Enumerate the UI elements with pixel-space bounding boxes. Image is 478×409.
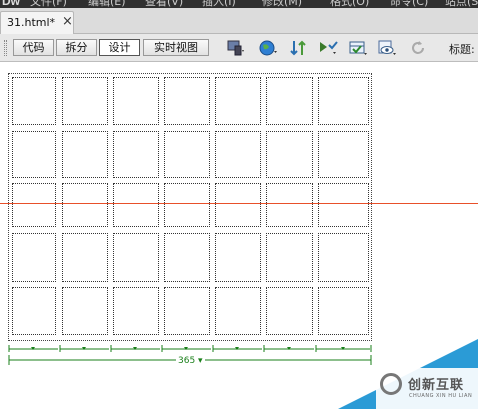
table-width-ruler: 365 ▾	[8, 344, 372, 368]
split-view-button[interactable]: 拆分	[56, 39, 97, 56]
menu-modify[interactable]: 修改(M)	[262, 0, 302, 8]
table-cell[interactable]	[215, 287, 261, 335]
table-cell[interactable]	[215, 77, 261, 125]
table-cell[interactable]	[62, 77, 108, 125]
menu-bar: Dw 文件(F) 编辑(E) 查看(V) 插入(I) 修改(M) 格式(O) 命…	[0, 0, 478, 8]
table-cell[interactable]	[318, 77, 369, 125]
menu-format[interactable]: 格式(O)	[330, 0, 369, 8]
horizontal-guide-line[interactable]	[0, 203, 478, 204]
table-cell[interactable]	[12, 287, 56, 335]
toolbar-grip[interactable]	[4, 40, 7, 56]
table-cell[interactable]	[164, 183, 210, 227]
table-cell[interactable]	[215, 233, 261, 282]
brand-name: 创新互联	[408, 378, 465, 393]
table-cell[interactable]	[266, 233, 313, 282]
check-compatibility-icon[interactable]	[318, 38, 338, 58]
table-cell[interactable]	[113, 131, 159, 178]
table-cell[interactable]	[62, 233, 108, 282]
table-width-label[interactable]: 365 ▾	[176, 356, 205, 366]
table-cell[interactable]	[266, 77, 313, 125]
table-cell[interactable]	[164, 233, 210, 282]
layout-table[interactable]	[8, 73, 372, 341]
table-cell[interactable]	[12, 77, 56, 125]
table-cell[interactable]	[12, 183, 56, 227]
table-cell[interactable]	[12, 131, 56, 178]
table-cell[interactable]	[62, 287, 108, 335]
menu-edit[interactable]: 编辑(E)	[88, 0, 126, 8]
multiscreen-icon[interactable]	[226, 38, 246, 58]
table-cell[interactable]	[266, 131, 313, 178]
menu-file[interactable]: 文件(F)	[30, 0, 67, 8]
live-view-button[interactable]: 实时视图	[143, 39, 209, 56]
table-cell[interactable]	[266, 183, 313, 227]
menu-view[interactable]: 查看(V)	[145, 0, 183, 8]
menu-site[interactable]: 站点(S)	[445, 0, 478, 8]
table-cell[interactable]	[318, 233, 369, 282]
brand-logo-icon	[380, 373, 402, 395]
design-canvas[interactable]: 365 ▾	[0, 63, 478, 409]
table-cell[interactable]	[215, 183, 261, 227]
document-toolbar: 代码 拆分 设计 实时视图 标题:	[0, 34, 478, 62]
menu-insert[interactable]: 插入(I)	[202, 0, 236, 8]
table-cell[interactable]	[113, 183, 159, 227]
app-logo: Dw	[2, 0, 20, 8]
table-cell[interactable]	[266, 287, 313, 335]
menu-commands[interactable]: 命令(C)	[390, 0, 428, 8]
table-cell[interactable]	[164, 77, 210, 125]
table-cell[interactable]	[113, 287, 159, 335]
document-tab-bar: 31.html* ×	[0, 8, 478, 34]
watermark-logo: 创新互联 CHUANG XIN HU LIAN	[376, 368, 478, 409]
table-cell[interactable]	[318, 131, 369, 178]
table-cell[interactable]	[62, 131, 108, 178]
preview-in-browser-icon[interactable]	[258, 38, 278, 58]
table-cell[interactable]	[12, 233, 56, 282]
table-cell[interactable]	[318, 183, 369, 227]
code-view-button[interactable]: 代码	[13, 39, 54, 56]
brand-subtitle: CHUANG XIN HU LIAN	[409, 393, 473, 399]
document-title-label: 标题:	[449, 43, 475, 56]
close-icon[interactable]: ×	[62, 14, 73, 29]
design-view-button[interactable]: 设计	[99, 39, 140, 56]
visual-aids-icon[interactable]	[348, 38, 368, 58]
table-cell[interactable]	[164, 131, 210, 178]
file-management-icon[interactable]	[289, 38, 309, 58]
table-cell[interactable]	[113, 77, 159, 125]
document-tab-label: 31.html*	[7, 16, 56, 29]
eye-view-options-icon[interactable]	[377, 38, 397, 58]
document-tab[interactable]: 31.html* ×	[0, 11, 74, 34]
table-cell[interactable]	[113, 233, 159, 282]
refresh-icon[interactable]	[408, 38, 428, 58]
table-cell[interactable]	[215, 131, 261, 178]
table-cell[interactable]	[318, 287, 369, 335]
table-cell[interactable]	[164, 287, 210, 335]
table-cell[interactable]	[62, 183, 108, 227]
